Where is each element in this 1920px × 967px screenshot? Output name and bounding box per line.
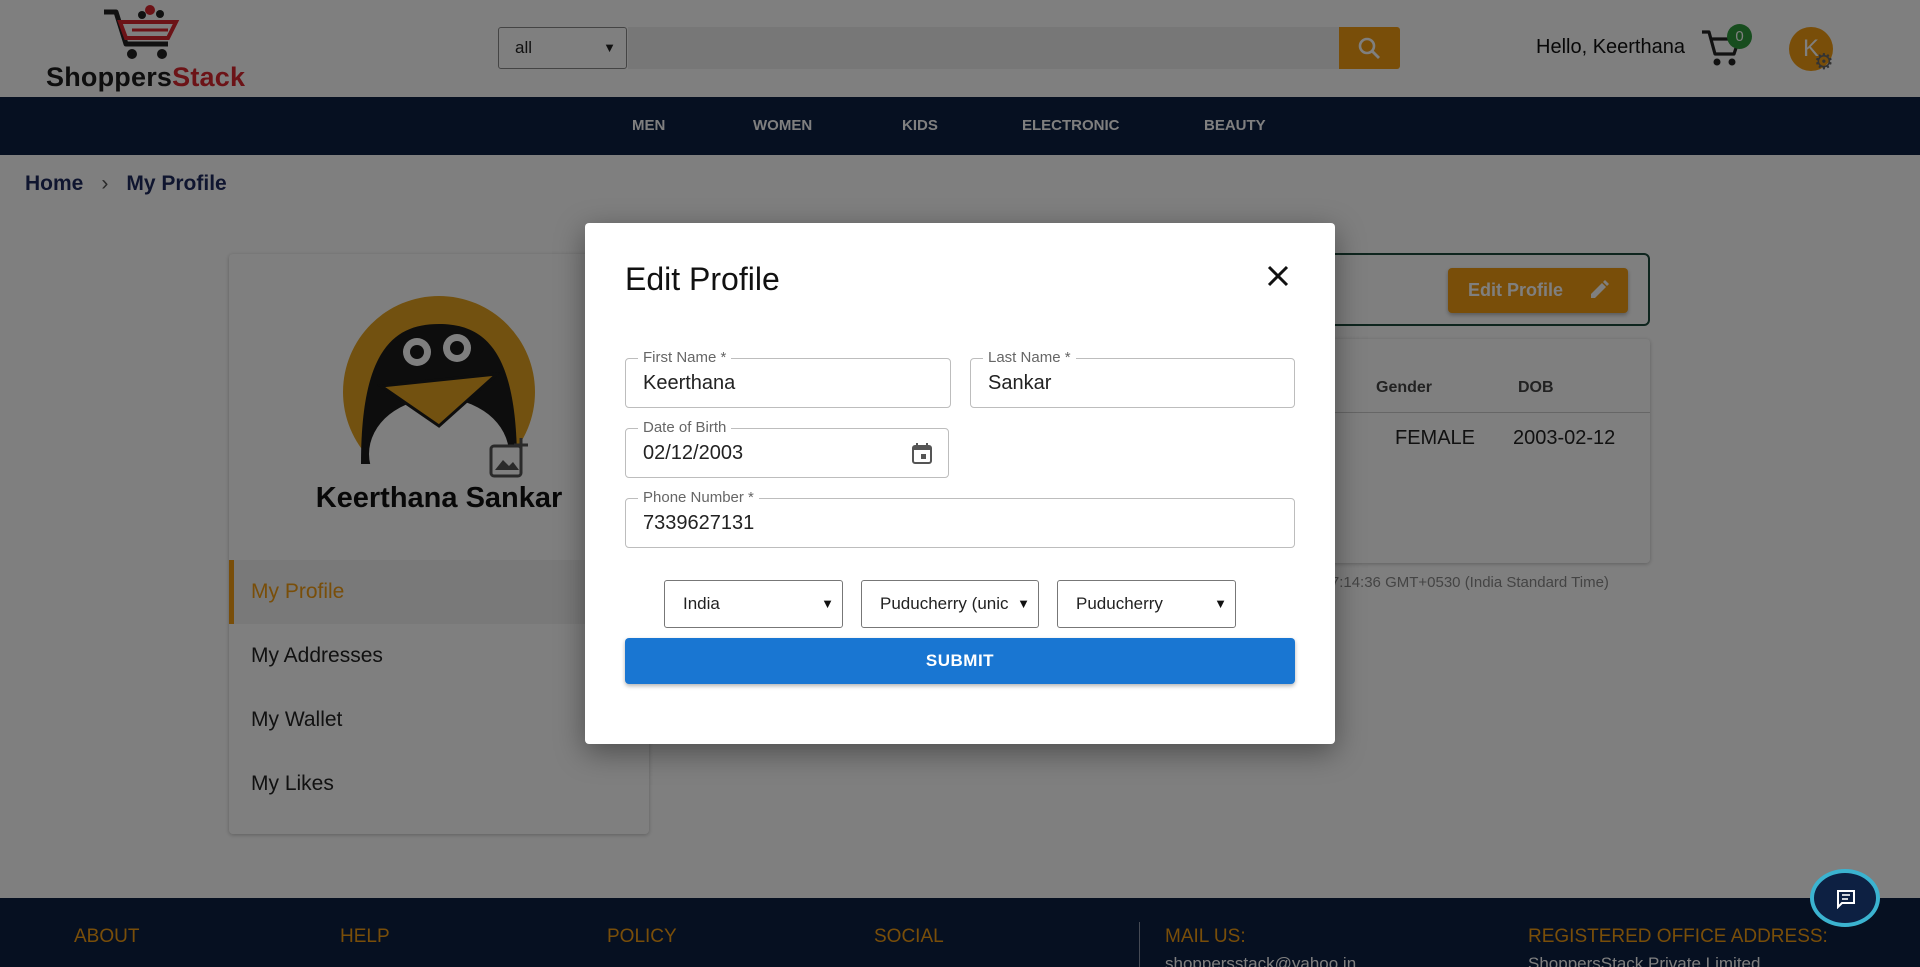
submit-button[interactable]: SUBMIT bbox=[625, 638, 1295, 684]
phone-number-value: 7339627131 bbox=[643, 512, 755, 534]
first-name-field[interactable]: First Name * Keerthana bbox=[625, 349, 951, 408]
chevron-down-icon: ▼ bbox=[819, 581, 834, 627]
date-of-birth-field[interactable]: Date of Birth 02/12/2003 bbox=[625, 419, 949, 478]
chat-button[interactable] bbox=[1810, 869, 1880, 927]
city-select[interactable]: Puducherry ▼ bbox=[1057, 580, 1236, 628]
calendar-icon[interactable] bbox=[910, 441, 934, 465]
phone-number-label: Phone Number * bbox=[638, 489, 759, 506]
edit-profile-modal: Edit Profile First Name * Keerthana Last… bbox=[585, 223, 1335, 744]
close-icon[interactable] bbox=[1263, 261, 1293, 291]
last-name-value: Sankar bbox=[988, 372, 1052, 394]
last-name-field[interactable]: Last Name * Sankar bbox=[970, 349, 1295, 408]
first-name-label: First Name * bbox=[638, 349, 732, 366]
first-name-value: Keerthana bbox=[643, 372, 736, 394]
date-of-birth-label: Date of Birth bbox=[638, 419, 732, 436]
last-name-label: Last Name * bbox=[983, 349, 1076, 366]
phone-number-field[interactable]: Phone Number * 7339627131 bbox=[625, 489, 1295, 548]
modal-title: Edit Profile bbox=[625, 261, 780, 297]
chat-icon bbox=[1837, 890, 1855, 909]
chevron-down-icon: ▼ bbox=[1015, 581, 1030, 627]
chevron-down-icon: ▼ bbox=[1212, 581, 1227, 627]
state-select[interactable]: Puducherry (unic ▼ bbox=[861, 580, 1039, 628]
country-select[interactable]: India ▼ bbox=[664, 580, 843, 628]
date-of-birth-value: 02/12/2003 bbox=[643, 442, 744, 464]
